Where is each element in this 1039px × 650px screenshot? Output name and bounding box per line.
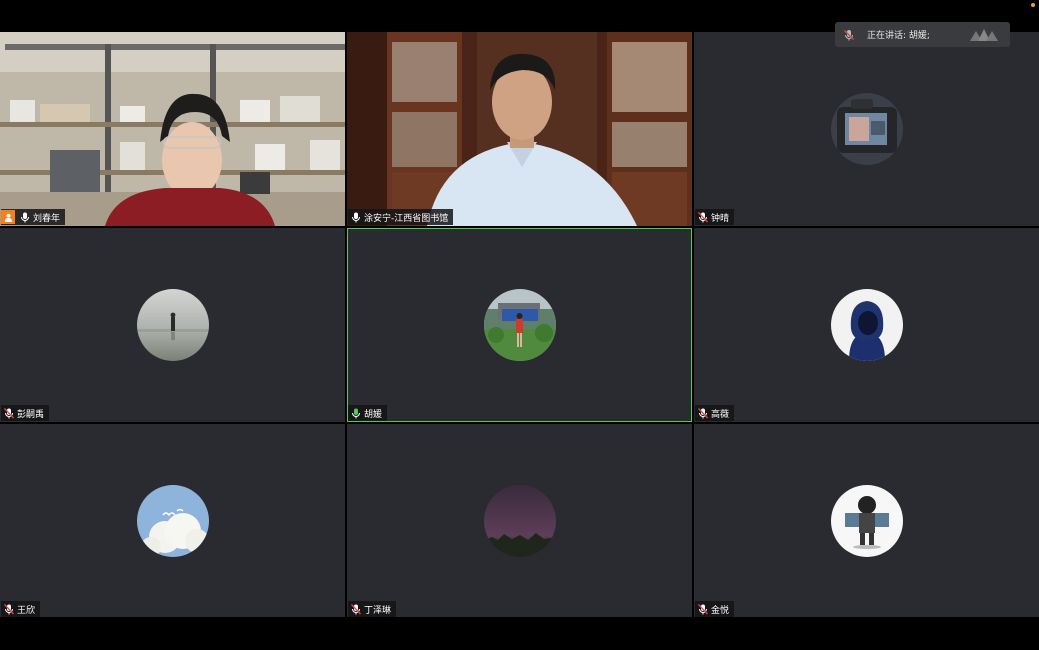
participant-name-label: 高薇 <box>695 405 735 421</box>
participant-name: 王欣 <box>17 605 36 616</box>
participant-tile[interactable]: 丁泽琳 <box>347 424 692 618</box>
participant-name-label: 涂安宁-江西省图书馆 <box>348 209 454 225</box>
cartoon-boy-avatar <box>830 485 903 557</box>
cloud-avatar <box>136 485 209 557</box>
participant-name-label: 钟晴 <box>695 209 735 225</box>
participant-name: 胡媛 <box>364 409 383 420</box>
camera-avatar <box>830 93 903 165</box>
participant-tile-active-speaker[interactable]: 胡媛 <box>347 228 692 422</box>
bottom-bar <box>0 617 1039 650</box>
participant-tile[interactable]: 钟晴 <box>694 32 1039 226</box>
participant-video <box>0 32 345 226</box>
participant-name-label: 王欣 <box>1 601 41 617</box>
mic-muted-icon <box>698 407 708 418</box>
participant-tile[interactable]: 高薇 <box>694 228 1039 422</box>
participant-name-label: 丁泽琳 <box>348 601 397 617</box>
mic-muted-icon <box>4 603 14 614</box>
mic-on-icon <box>21 212 29 222</box>
mic-muted-icon <box>844 29 854 40</box>
garden-avatar <box>483 289 556 361</box>
speaking-indicator: 正在讲话: 胡媛; <box>835 22 1010 47</box>
recording-dot <box>1031 3 1035 7</box>
participant-name: 刘春年 <box>33 213 61 224</box>
participant-tile[interactable]: 涂安宁-江西省图书馆 <box>347 32 692 226</box>
participant-name: 钟晴 <box>711 213 730 224</box>
participant-tile[interactable]: 金悦 <box>694 424 1039 618</box>
mic-on-icon <box>352 212 360 222</box>
participant-name: 彭嗣禹 <box>17 409 45 420</box>
participant-name-label: 胡媛 <box>348 405 388 421</box>
participant-tile[interactable]: 王欣 <box>0 424 345 618</box>
participant-name-label: 金悦 <box>695 601 735 617</box>
mic-muted-icon <box>698 211 708 222</box>
speaking-text: 正在讲话: 胡媛; <box>867 31 930 41</box>
participant-video <box>347 32 692 226</box>
participant-tile[interactable]: 彭嗣禹 <box>0 228 345 422</box>
participant-name: 高薇 <box>711 409 730 420</box>
video-grid: 刘春年 涂安宁-江西省图书馆 钟晴 彭嗣禹 胡媛 高薇 王欣 丁泽琳 金悦 <box>0 32 1039 618</box>
participant-name: 涂安宁-江西省图书馆 <box>364 213 449 224</box>
participant-name-label: 彭嗣禹 <box>1 405 50 421</box>
mic-speaking-icon <box>352 408 360 418</box>
mic-muted-icon <box>698 603 708 614</box>
signal-icon <box>970 29 998 41</box>
hoodie-avatar <box>830 289 903 361</box>
host-icon <box>1 210 15 224</box>
mic-muted-icon <box>4 407 14 418</box>
silhouette-avatar <box>136 289 209 361</box>
participant-name: 丁泽琳 <box>364 605 392 616</box>
participant-name: 金悦 <box>711 605 730 616</box>
participant-tile[interactable]: 刘春年 <box>0 32 345 226</box>
participant-name-label: 刘春年 <box>1 209 66 225</box>
night-sky-avatar <box>483 485 556 557</box>
mic-muted-icon <box>351 603 361 614</box>
